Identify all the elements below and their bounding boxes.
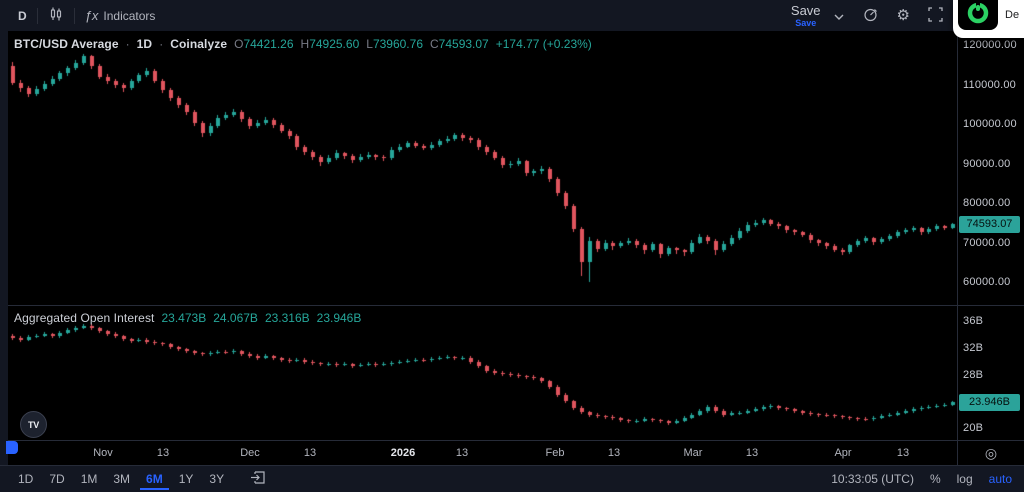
price-axis-separator xyxy=(957,31,958,465)
symbol-title: BTC/USD Average xyxy=(14,37,119,51)
gear-icon: ⚙ xyxy=(896,7,910,24)
toolbar-right-group: Save Save ⚙ xyxy=(787,0,952,31)
save-shortcut-hint: Save xyxy=(795,17,817,28)
auto-scale-button[interactable]: auto xyxy=(989,472,1012,486)
oi-high: 24.067B xyxy=(213,311,258,325)
range-selector: 1D 7D 1M 3M 6M 1Y 3Y xyxy=(12,469,273,490)
candlestick-canvas[interactable] xyxy=(0,0,1024,492)
price-pane-legend: BTC/USD Average · 1D · Coinalyze O 74421.… xyxy=(14,37,592,51)
drawing-toolbar-handle[interactable] xyxy=(6,441,18,454)
oi-close: 23.946B xyxy=(316,311,362,325)
alert-button[interactable] xyxy=(853,0,888,31)
oi-open: 23.473B xyxy=(161,311,207,325)
change-label: +174.77 (+0.23%) xyxy=(495,37,592,51)
range-1m[interactable]: 1M xyxy=(75,469,104,490)
left-toolbar-strip xyxy=(0,31,8,465)
extension-popup-text: De xyxy=(1005,9,1020,21)
extension-logo-tile xyxy=(958,0,998,30)
ohlc-low: L 73960.76 xyxy=(366,37,423,51)
percent-scale-button[interactable]: % xyxy=(930,472,941,486)
source-label: Coinalyze xyxy=(170,37,228,51)
chart-type-button[interactable] xyxy=(38,0,74,31)
calendar-goto-icon xyxy=(250,470,267,488)
range-7d[interactable]: 7D xyxy=(43,469,70,490)
save-wrap: Save Save xyxy=(787,3,825,29)
fx-icon: ƒx xyxy=(84,8,99,23)
log-scale-button[interactable]: log xyxy=(957,472,973,486)
alarm-clock-icon xyxy=(862,6,879,26)
range-3m[interactable]: 3M xyxy=(107,469,136,490)
axis-settings-corner[interactable]: ◎ xyxy=(958,441,1024,465)
bottom-toolbar: 1D 7D 1M 3M 6M 1Y 3Y 10:33:05 (UTC) % lo… xyxy=(0,465,1024,492)
open-interest-badge: 23.946B xyxy=(959,393,1020,411)
footer-right-group: 10:33:05 (UTC) % log auto xyxy=(831,472,1012,486)
range-1y[interactable]: 1Y xyxy=(173,469,200,490)
tradingview-logo[interactable]: TV xyxy=(20,411,47,438)
time-axis-border xyxy=(8,440,1024,441)
range-3y[interactable]: 3Y xyxy=(203,469,230,490)
fullscreen-button[interactable] xyxy=(919,0,952,31)
save-button[interactable]: Save xyxy=(791,3,821,18)
top-toolbar: D ƒx Indicators Save Save ⚙ xyxy=(0,0,1024,31)
ohlc-high: H 74925.60 xyxy=(300,37,360,51)
open-interest-legend: Aggregated Open Interest 23.473B 24.067B… xyxy=(14,311,361,325)
interval-button[interactable]: D xyxy=(8,0,37,31)
fullscreen-icon xyxy=(928,6,943,25)
ohlc-open: O 74421.26 xyxy=(234,37,294,51)
browser-extension-popup[interactable]: De xyxy=(953,0,1024,38)
range-6m[interactable]: 6M xyxy=(140,469,169,490)
last-price-badge: 74593.07 xyxy=(959,216,1020,234)
toolbar-left-group: D ƒx Indicators xyxy=(8,0,165,31)
indicators-label: Indicators xyxy=(103,8,156,23)
bullseye-icon: ◎ xyxy=(984,445,998,461)
interval-label: 1D xyxy=(136,37,153,51)
clock-utc-label[interactable]: 10:33:05 (UTC) xyxy=(831,472,914,486)
coinalyze-chart-app: 120000.00 110000.00 100000.00 90000.00 80000… xyxy=(0,0,1024,492)
indicators-button[interactable]: ƒx Indicators xyxy=(75,0,166,31)
save-menu-chevron[interactable] xyxy=(825,0,853,31)
chevron-down-icon xyxy=(834,8,844,23)
ohlc-close: C 74593.07 xyxy=(430,37,489,51)
indicator-title: Aggregated Open Interest xyxy=(14,311,155,325)
goto-date-button[interactable] xyxy=(244,469,273,489)
settings-button[interactable]: ⚙ xyxy=(888,0,919,31)
candlestick-icon xyxy=(48,6,64,25)
extension-logo-icon xyxy=(966,0,990,30)
range-1d[interactable]: 1D xyxy=(12,469,39,490)
oi-low: 23.316B xyxy=(264,311,310,325)
pane-divider[interactable] xyxy=(8,305,1024,306)
